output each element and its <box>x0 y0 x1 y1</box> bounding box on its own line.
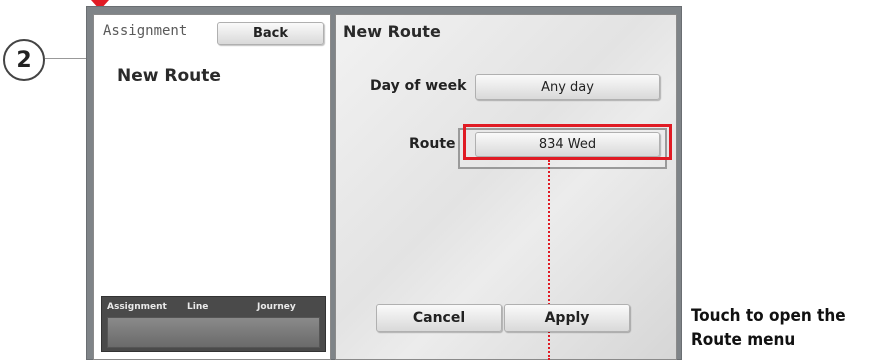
back-button[interactable]: Back <box>217 22 324 45</box>
route-label: Route <box>409 136 456 152</box>
page-title: New Route <box>343 22 441 41</box>
table-header-line: Line <box>187 302 209 312</box>
hint-text: Touch to open the Route menu <box>691 306 846 350</box>
apply-button[interactable]: Apply <box>504 304 630 332</box>
route-highlight-box <box>463 124 672 160</box>
day-of-week-label: Day of week <box>370 78 467 94</box>
day-of-week-select[interactable]: Any day <box>475 74 660 100</box>
table-header-journey: Journey <box>257 302 296 312</box>
table-row[interactable] <box>107 317 320 348</box>
table-header-assignment: Assignment <box>107 302 167 312</box>
assignment-header-label: Assignment <box>103 23 188 39</box>
assignment-title: New Route <box>117 66 221 86</box>
step-number-badge: 2 <box>3 39 45 81</box>
cancel-button[interactable]: Cancel <box>376 304 502 332</box>
